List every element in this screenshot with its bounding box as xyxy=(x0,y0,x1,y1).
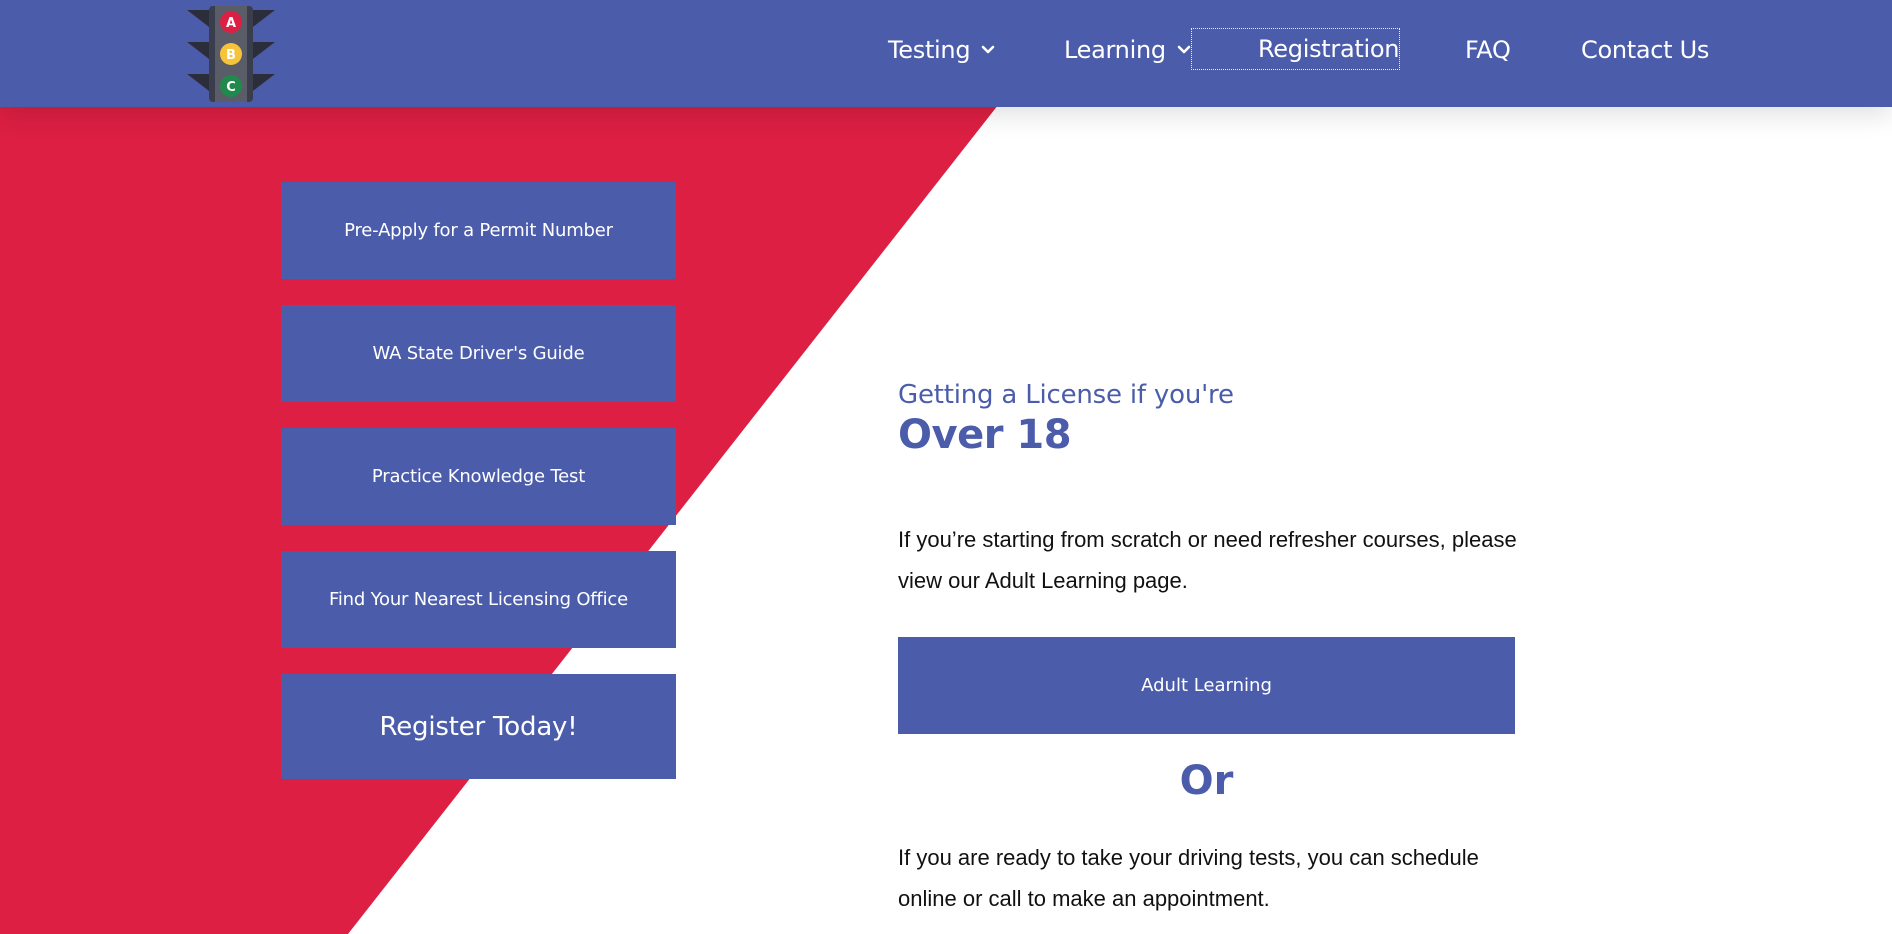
nav-contact-label: Contact Us xyxy=(1581,36,1710,64)
chevron-down-icon xyxy=(1177,45,1191,54)
nav-learning[interactable]: Learning xyxy=(1064,28,1192,72)
nav-registration-label: Registration xyxy=(1258,35,1400,63)
register-today-button[interactable]: Register Today! xyxy=(281,674,676,779)
nav-testing[interactable]: Testing xyxy=(888,28,996,72)
nav-registration[interactable]: Registration xyxy=(1191,28,1401,70)
nav-faq-label: FAQ xyxy=(1465,36,1511,64)
chevron-down-icon xyxy=(981,45,995,54)
section-pre-title: Getting a License if you're xyxy=(898,380,1234,410)
main-nav: Testing Learning Registration FAQ Contac… xyxy=(0,28,1892,72)
intro-paragraph: If you’re starting from scratch or need … xyxy=(898,527,1517,593)
pre-apply-permit-button[interactable]: Pre-Apply for a Permit Number xyxy=(281,182,676,279)
find-licensing-office-button[interactable]: Find Your Nearest Licensing Office xyxy=(281,551,676,648)
nav-contact-us[interactable]: Contact Us xyxy=(1581,28,1709,72)
nav-testing-label: Testing xyxy=(888,36,971,64)
page: A B C Testing Learning Registration FAQ … xyxy=(0,0,1892,934)
drivers-guide-button[interactable]: WA State Driver's Guide xyxy=(281,305,676,402)
main-content: Getting a License if you're Over 18 If y… xyxy=(898,380,1518,911)
site-header: A B C Testing Learning Registration FAQ … xyxy=(0,0,1892,107)
drivers-guide-label: WA State Driver's Guide xyxy=(372,343,585,364)
adult-learning-button[interactable]: Adult Learning xyxy=(898,637,1515,734)
logo-letter-c: C xyxy=(226,80,236,95)
pre-apply-permit-label: Pre-Apply for a Permit Number xyxy=(344,220,613,241)
practice-test-button[interactable]: Practice Knowledge Test xyxy=(281,428,676,525)
nav-learning-label: Learning xyxy=(1064,36,1166,64)
find-licensing-office-label: Find Your Nearest Licensing Office xyxy=(329,589,628,610)
schedule-paragraph: If you are ready to take your driving te… xyxy=(898,845,1479,911)
nav-faq[interactable]: FAQ xyxy=(1465,28,1511,72)
practice-test-label: Practice Knowledge Test xyxy=(371,466,586,487)
register-today-label: Register Today! xyxy=(379,711,578,742)
adult-learning-label: Adult Learning xyxy=(1141,675,1272,696)
or-divider: Or xyxy=(1179,758,1234,804)
page-title: Over 18 xyxy=(898,412,1072,458)
